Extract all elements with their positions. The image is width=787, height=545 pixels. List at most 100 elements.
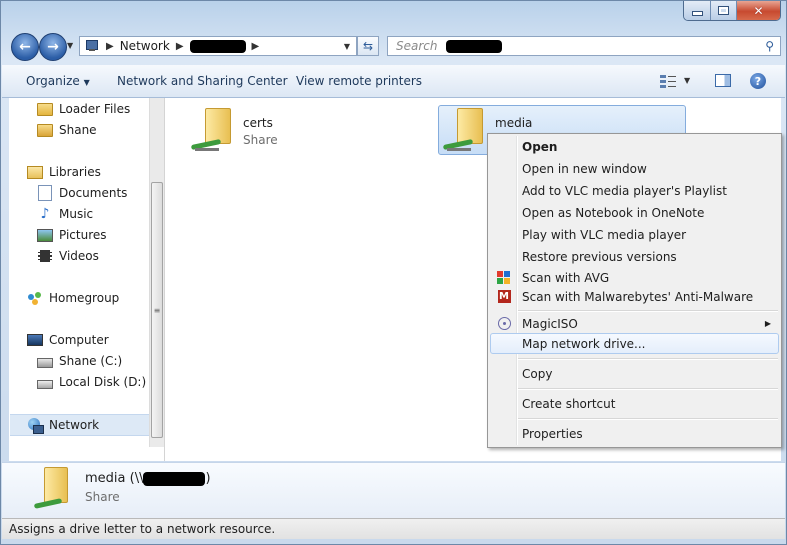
title-bar: ✕ — [1, 1, 786, 31]
close-button[interactable]: ✕ — [736, 1, 780, 20]
menu-magiciso[interactable]: MagicISO ▶ — [490, 313, 779, 334]
menu-label: Play with VLC media player — [522, 227, 687, 242]
menu-copy[interactable]: Copy — [490, 363, 779, 384]
nav-item-homegroup[interactable]: Homegroup — [9, 288, 167, 308]
context-menu: Open Open in new window Add to VLC media… — [487, 133, 782, 448]
menu-label: MagicISO — [522, 316, 578, 331]
network-share-folder-icon — [189, 108, 237, 154]
status-bar: Assigns a drive letter to a network reso… — [2, 518, 785, 539]
documents-icon — [37, 185, 53, 201]
menu-label: Open as Notebook in OneNote — [522, 205, 705, 220]
menu-add-vlc-playlist[interactable]: Add to VLC media player's Playlist — [490, 180, 779, 201]
nav-label: Music — [59, 207, 94, 221]
forward-button[interactable]: → — [39, 33, 67, 61]
menu-play-vlc[interactable]: Play with VLC media player — [490, 224, 779, 245]
address-row: ← → ▼ ▶ Network ▶ ▶ ▼ ⇆ Search ⚲ — [9, 31, 781, 61]
menu-label: Restore previous versions — [522, 249, 677, 264]
nav-label: Local Disk (D:) — [59, 375, 147, 389]
menu-create-shortcut[interactable]: Create shortcut — [490, 393, 779, 414]
menu-label: Create shortcut — [522, 396, 616, 411]
nav-item-network[interactable]: Network — [10, 414, 164, 436]
menu-scan-avg[interactable]: Scan with AVG — [490, 267, 779, 288]
menu-restore-previous[interactable]: Restore previous versions — [490, 246, 779, 267]
nav-scrollbar[interactable]: ≡ — [149, 98, 164, 447]
refresh-button[interactable]: ⇆ — [357, 36, 379, 56]
search-icon[interactable]: ⚲ — [765, 39, 774, 53]
organize-button[interactable]: Organize ▼ — [26, 74, 90, 88]
menu-open[interactable]: Open — [490, 136, 779, 157]
magiciso-icon — [496, 316, 512, 332]
menu-label: Copy — [522, 366, 553, 381]
menu-label: Add to VLC media player's Playlist — [522, 183, 727, 198]
menu-open-onenote[interactable]: Open as Notebook in OneNote — [490, 202, 779, 223]
network-share-folder-icon — [33, 467, 74, 513]
malwarebytes-icon: M — [497, 290, 511, 303]
nav-label: Shane — [59, 123, 97, 137]
drive-c-icon — [37, 353, 53, 369]
nav-label: Libraries — [49, 165, 101, 179]
redacted-search-text — [445, 39, 502, 53]
menu-label: Open — [522, 139, 558, 154]
refresh-icon: ⇆ — [362, 39, 374, 53]
nav-label: Pictures — [59, 228, 107, 242]
network-share-folder-icon — [442, 108, 491, 154]
organize-dropdown-icon: ▼ — [83, 78, 90, 87]
minimize-button[interactable] — [684, 1, 710, 20]
details-type: Share — [85, 490, 120, 504]
menu-open-new-window[interactable]: Open in new window — [490, 158, 779, 179]
address-bar[interactable]: ▶ Network ▶ ▶ ▼ — [79, 36, 357, 56]
menu-separator — [518, 418, 778, 420]
menu-label: Open in new window — [522, 161, 647, 176]
view-remote-printers-button[interactable]: View remote printers — [296, 74, 422, 88]
back-button[interactable]: ← — [11, 33, 39, 61]
view-options-dropdown-icon[interactable]: ▼ — [684, 76, 690, 85]
forward-arrow-icon: → — [47, 39, 59, 55]
network-sharing-center-button[interactable]: Network and Sharing Center — [117, 74, 288, 88]
details-pane: media (\\ ) Share — [2, 462, 785, 518]
menu-properties[interactable]: Properties — [490, 423, 779, 444]
share-type: Share — [243, 133, 278, 147]
address-dropdown-icon[interactable]: ▼ — [344, 42, 350, 51]
preview-pane-icon[interactable] — [715, 74, 731, 87]
nav-item-libraries[interactable]: Libraries — [9, 162, 167, 182]
share-item-certs[interactable]: certs Share — [189, 108, 278, 154]
back-arrow-icon: ← — [19, 39, 31, 55]
libraries-icon — [27, 164, 43, 180]
nav-label: Documents — [59, 186, 128, 200]
menu-label: Scan with Malwarebytes' Anti-Malware — [522, 289, 754, 304]
homegroup-icon — [27, 290, 43, 306]
command-bar: Organize ▼ Network and Sharing Center Vi… — [2, 65, 785, 98]
nav-scrollbar-thumb[interactable]: ≡ — [151, 182, 163, 438]
share-name: certs — [243, 116, 273, 130]
share-name: media — [495, 116, 533, 130]
breadcrumb-network[interactable]: Network — [120, 39, 170, 53]
maximize-icon — [718, 6, 729, 15]
help-icon[interactable]: ? — [750, 73, 766, 89]
music-icon: ♪ — [40, 206, 50, 222]
menu-separator — [518, 310, 778, 312]
organize-label: Organize — [26, 74, 80, 88]
redacted-host-name — [143, 471, 206, 486]
nav-label: Videos — [59, 249, 99, 263]
recent-pages-dropdown-icon[interactable]: ▼ — [67, 41, 73, 50]
minimize-icon — [691, 11, 703, 16]
drive-d-icon — [37, 374, 53, 390]
menu-separator — [518, 358, 778, 360]
menu-label: Scan with AVG — [522, 270, 610, 285]
nav-label: Shane (C:) — [59, 354, 123, 368]
change-view-icon[interactable] — [660, 74, 676, 88]
nav-label: Loader Files — [59, 102, 131, 116]
menu-scan-malwarebytes[interactable]: M Scan with Malwarebytes' Anti-Malware — [490, 286, 779, 307]
details-name-prefix: media (\\ — [85, 471, 144, 486]
submenu-arrow-icon: ▶ — [764, 319, 771, 328]
search-box[interactable]: Search ⚲ — [387, 36, 781, 56]
maximize-button[interactable] — [710, 1, 736, 20]
nav-item-computer[interactable]: Computer — [9, 330, 167, 350]
menu-map-network-drive[interactable]: Map network drive... — [490, 333, 779, 354]
network-location-icon — [84, 39, 100, 53]
menu-label: Map network drive... — [522, 336, 646, 351]
search-input-placeholder[interactable]: Search — [396, 39, 438, 53]
navigation-pane: Loader Files Shane Libraries Documents ♪… — [9, 98, 164, 447]
menu-separator — [518, 388, 778, 390]
menu-label: Properties — [522, 426, 583, 441]
